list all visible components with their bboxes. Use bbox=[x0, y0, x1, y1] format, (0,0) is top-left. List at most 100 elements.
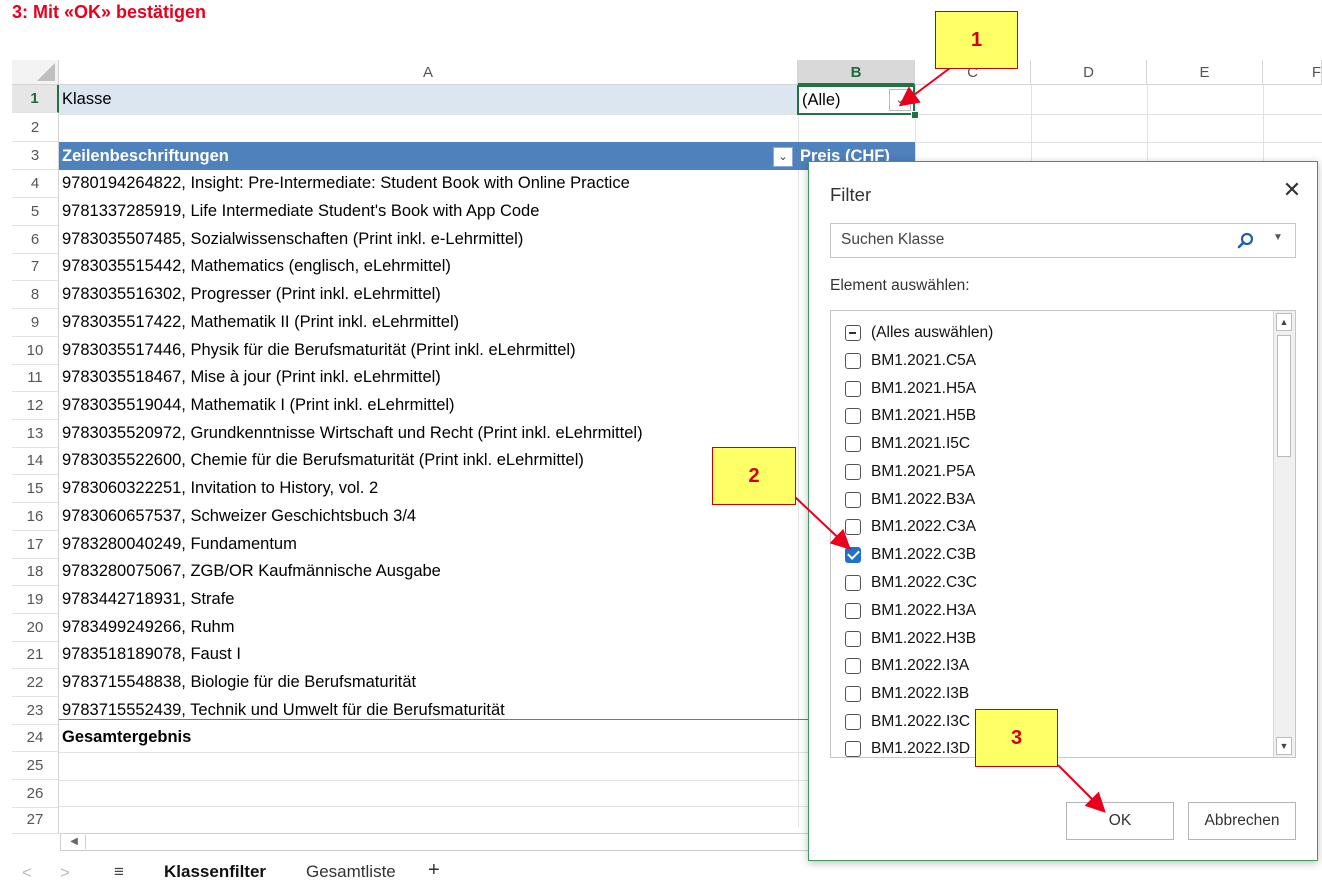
table-row[interactable]: 9783499249266, Ruhm bbox=[59, 614, 234, 642]
row-number[interactable]: 6 bbox=[12, 226, 59, 254]
checkbox-select-all[interactable] bbox=[845, 325, 861, 341]
row-number[interactable]: 24 bbox=[12, 724, 59, 752]
row-number[interactable]: 14 bbox=[12, 447, 59, 475]
tab-prev-button[interactable]: < bbox=[22, 863, 32, 883]
scrollbar-thumb[interactable] bbox=[1277, 335, 1291, 457]
checkbox[interactable] bbox=[845, 686, 861, 702]
row-number[interactable]: 8 bbox=[12, 281, 59, 309]
filter-dropdown-button[interactable]: ⌄ bbox=[889, 89, 911, 111]
table-row[interactable]: 9783035515442, Mathematics (englisch, eL… bbox=[59, 253, 451, 281]
column-header-a[interactable]: A bbox=[59, 60, 798, 85]
checkbox[interactable] bbox=[845, 658, 861, 674]
tab-gesamtliste[interactable]: Gesamtliste bbox=[306, 862, 396, 882]
tab-klassenfilter[interactable]: Klassenfilter bbox=[164, 862, 266, 882]
checkbox[interactable] bbox=[845, 603, 861, 619]
table-row[interactable]: 9783035507485, Sozialwissenschaften (Pri… bbox=[59, 226, 523, 254]
table-row[interactable]: 9783035520972, Grundkenntnisse Wirtschaf… bbox=[59, 420, 643, 448]
row-number[interactable]: 3 bbox=[12, 142, 59, 170]
list-item[interactable]: BM1.2022.I3A bbox=[845, 652, 969, 680]
list-item[interactable]: BM1.2021.H5B bbox=[845, 402, 976, 430]
table-row[interactable]: 9783035517446, Physik für die Berufsmatu… bbox=[59, 337, 576, 365]
list-item[interactable]: BM1.2022.I3D bbox=[845, 735, 970, 757]
table-row[interactable]: 9783442718931, Strafe bbox=[59, 586, 235, 614]
select-all-corner[interactable] bbox=[12, 60, 59, 85]
list-item[interactable]: BM1.2021.P5A bbox=[845, 458, 975, 486]
table-row[interactable]: 9783035522600, Chemie für die Berufsmatu… bbox=[59, 447, 584, 475]
list-item[interactable]: (Alles auswählen) bbox=[845, 319, 993, 347]
row-number[interactable]: 22 bbox=[12, 669, 59, 697]
list-item[interactable]: BM1.2022.H3A bbox=[845, 597, 976, 625]
table-row[interactable]: 9781337285919, Life Intermediate Student… bbox=[59, 198, 539, 226]
row-labels-filter-button[interactable]: ⌄ bbox=[773, 147, 793, 167]
table-row[interactable]: 9783518189078, Faust I bbox=[59, 641, 241, 669]
list-item[interactable]: BM1.2021.C5A bbox=[845, 347, 976, 375]
checkbox[interactable] bbox=[845, 408, 861, 424]
checkbox[interactable] bbox=[845, 381, 861, 397]
column-header-e[interactable]: E bbox=[1147, 60, 1263, 85]
sheet-list-menu-icon[interactable]: ≡ bbox=[114, 862, 124, 882]
row-number[interactable]: 23 bbox=[12, 697, 59, 725]
checkbox[interactable] bbox=[845, 353, 861, 369]
search-input[interactable] bbox=[839, 230, 1223, 250]
row-number[interactable]: 18 bbox=[12, 558, 59, 586]
row-number[interactable]: 27 bbox=[12, 806, 59, 834]
table-row[interactable]: 9783035516302, Progresser (Print inkl. e… bbox=[59, 281, 441, 309]
list-item[interactable]: BM1.2022.I3C bbox=[845, 708, 970, 736]
list-item[interactable]: BM1.2022.C3B bbox=[845, 541, 976, 569]
row-number[interactable]: 5 bbox=[12, 198, 59, 226]
row-number[interactable]: 1 bbox=[12, 85, 59, 113]
table-row[interactable]: 9783035518467, Mise à jour (Print inkl. … bbox=[59, 364, 441, 392]
ok-button[interactable]: OK bbox=[1066, 802, 1174, 840]
row-number[interactable]: 15 bbox=[12, 475, 59, 503]
row-number[interactable]: 13 bbox=[12, 420, 59, 448]
row-number[interactable]: 9 bbox=[12, 309, 59, 337]
fill-handle[interactable] bbox=[911, 111, 919, 119]
row-number[interactable]: 17 bbox=[12, 531, 59, 559]
checkbox[interactable] bbox=[845, 575, 861, 591]
table-row[interactable]: 9783715548838, Biologie für die Berufsma… bbox=[59, 669, 416, 697]
list-item[interactable]: BM1.2022.C3C bbox=[845, 569, 977, 597]
column-header-f[interactable]: F bbox=[1263, 60, 1322, 85]
row-number[interactable]: 26 bbox=[12, 780, 59, 808]
row-number[interactable]: 20 bbox=[12, 614, 59, 642]
add-sheet-button[interactable]: + bbox=[428, 859, 440, 882]
list-scrollbar[interactable]: ▲ ▼ bbox=[1273, 311, 1295, 757]
checkbox[interactable] bbox=[845, 631, 861, 647]
table-row[interactable]: 9783280040249, Fundamentum bbox=[59, 531, 297, 559]
scroll-down-icon[interactable]: ▼ bbox=[1276, 737, 1292, 755]
table-row[interactable]: 9783715552439, Technik und Umwelt für di… bbox=[59, 697, 505, 725]
row-number[interactable]: 11 bbox=[12, 364, 59, 392]
search-icon[interactable] bbox=[1236, 231, 1256, 251]
chevron-down-icon[interactable]: ▼ bbox=[1273, 232, 1283, 243]
checkbox[interactable] bbox=[845, 714, 861, 730]
list-item[interactable]: BM1.2021.H5A bbox=[845, 375, 976, 403]
scroll-left-button[interactable]: ◀ bbox=[63, 835, 86, 849]
list-item[interactable]: BM1.2022.H3B bbox=[845, 625, 976, 653]
list-item[interactable]: BM1.2022.B3A bbox=[845, 486, 975, 514]
tab-next-button[interactable]: > bbox=[60, 863, 70, 883]
cancel-button[interactable]: Abbrechen bbox=[1188, 802, 1296, 840]
row-number[interactable]: 16 bbox=[12, 503, 59, 531]
table-row[interactable]: 9783280075067, ZGB/OR Kaufmännische Ausg… bbox=[59, 558, 441, 586]
close-icon[interactable]: ✕ bbox=[1280, 177, 1304, 203]
horizontal-scrollbar[interactable] bbox=[60, 833, 810, 851]
row-number[interactable]: 2 bbox=[12, 114, 59, 142]
checkbox[interactable] bbox=[845, 436, 861, 452]
column-header-d[interactable]: D bbox=[1031, 60, 1147, 85]
checkbox[interactable] bbox=[845, 741, 861, 757]
grand-total-label[interactable]: Gesamtergebnis bbox=[59, 724, 191, 752]
scroll-up-icon[interactable]: ▲ bbox=[1276, 313, 1292, 331]
table-row[interactable]: 9783060322251, Invitation to History, vo… bbox=[59, 475, 378, 503]
row-number[interactable]: 12 bbox=[12, 392, 59, 420]
checkbox[interactable] bbox=[845, 492, 861, 508]
row-number[interactable]: 25 bbox=[12, 752, 59, 780]
row-number[interactable]: 7 bbox=[12, 253, 59, 281]
checkbox-checked[interactable] bbox=[845, 547, 861, 563]
list-item[interactable]: BM1.2021.I5C bbox=[845, 430, 970, 458]
cell-a1[interactable]: Klasse bbox=[59, 86, 112, 114]
table-row[interactable]: 9780194264822, Insight: Pre-Intermediate… bbox=[59, 170, 630, 198]
row-number[interactable]: 4 bbox=[12, 170, 59, 198]
table-row[interactable]: 9783035517422, Mathematik II (Print inkl… bbox=[59, 309, 459, 337]
table-row[interactable]: 9783035519044, Mathematik I (Print inkl.… bbox=[59, 392, 455, 420]
checkbox[interactable] bbox=[845, 464, 861, 480]
